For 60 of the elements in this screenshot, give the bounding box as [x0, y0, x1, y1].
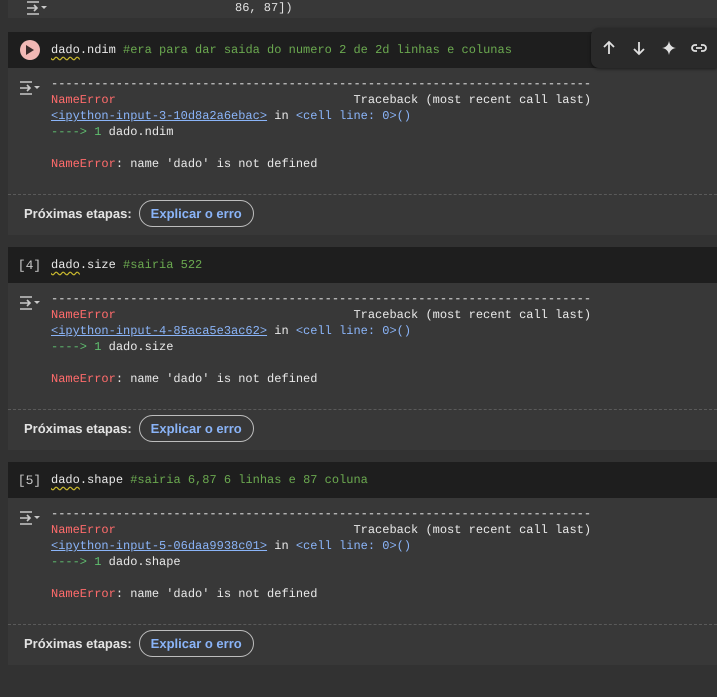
- arrow-up-icon[interactable]: [601, 40, 617, 56]
- code-comment: #sairia 6,87 6 linhas e 87 coluna: [130, 473, 368, 487]
- code-comment: #sairia 522: [123, 258, 202, 272]
- source-link[interactable]: <ipython-input-5-06daa9938c01>: [51, 539, 268, 553]
- error-name: NameError: [51, 307, 116, 323]
- next-steps-label: Próximas etapas:: [24, 421, 132, 436]
- error-message: : name 'dado' is not defined: [116, 587, 318, 601]
- traceback-separator: ---------------------------------------------------------------------------: [51, 291, 592, 307]
- next-steps-label: Próximas etapas:: [24, 206, 132, 221]
- final-error-name: NameError: [51, 372, 116, 386]
- output-text: 86, 87]): [234, 0, 293, 16]
- output-toggle-icon[interactable]: [18, 80, 40, 96]
- traceback-header: Traceback (most recent call last): [353, 92, 592, 108]
- in-text: in: [274, 324, 289, 338]
- final-error-name: NameError: [51, 587, 116, 601]
- code-comment: #era para dar saida do numero 2 de 2d linhas e colunas: [123, 43, 512, 57]
- in-text: in: [274, 109, 289, 123]
- source-code: dado.ndim: [108, 125, 174, 139]
- explain-error-button[interactable]: Explicar o erro: [138, 630, 254, 657]
- error-name: NameError: [51, 92, 116, 108]
- traceback-header: Traceback (most recent call last): [353, 522, 592, 538]
- next-steps-label: Próximas etapas:: [24, 636, 132, 651]
- cell-location: <cell line: 0>(): [296, 539, 412, 553]
- code-attribute: .size: [80, 258, 116, 272]
- execution-count: [5]: [18, 472, 42, 488]
- traceback-separator: ---------------------------------------------------------------------------: [51, 506, 592, 522]
- final-error-name: NameError: [51, 157, 116, 171]
- line-number: 1: [94, 125, 102, 139]
- line-number: 1: [94, 555, 102, 569]
- line-number: 1: [94, 340, 102, 354]
- execution-count: [4]: [18, 258, 42, 272]
- output-toggle-icon[interactable]: [26, 0, 48, 16]
- source-link[interactable]: <ipython-input-3-10d8a2a6ebac>: [51, 109, 268, 123]
- source-code: dado.size: [108, 340, 174, 354]
- error-name: NameError: [51, 522, 116, 538]
- error-message: : name 'dado' is not defined: [116, 372, 318, 386]
- source-link[interactable]: <ipython-input-4-85aca5e3ac62>: [51, 324, 268, 338]
- explain-error-button[interactable]: Explicar o erro: [138, 415, 254, 442]
- run-button[interactable]: [20, 40, 40, 60]
- traceback-separator: ---------------------------------------------------------------------------: [51, 76, 592, 92]
- explain-error-button[interactable]: Explicar o erro: [138, 200, 254, 227]
- code-variable: dado: [51, 473, 80, 487]
- code-variable: dado: [51, 43, 80, 57]
- code-variable: dado: [51, 258, 80, 272]
- code-attribute: .ndim: [80, 43, 116, 57]
- output-toggle-icon[interactable]: [18, 295, 40, 311]
- cell-location: <cell line: 0>(): [296, 109, 412, 123]
- play-icon: [26, 45, 34, 55]
- traceback-header: Traceback (most recent call last): [353, 307, 592, 323]
- arrow-down-icon[interactable]: [631, 40, 647, 56]
- code-attribute: .shape: [80, 473, 124, 487]
- output-toggle-icon[interactable]: [18, 510, 40, 526]
- error-message: : name 'dado' is not defined: [116, 157, 318, 171]
- cell-location: <cell line: 0>(): [296, 324, 412, 338]
- in-text: in: [274, 539, 289, 553]
- line-arrow: ---->: [51, 555, 88, 569]
- line-arrow: ---->: [51, 125, 88, 139]
- line-arrow: ---->: [51, 340, 88, 354]
- sparkle-icon[interactable]: [661, 40, 677, 56]
- source-code: dado.shape: [108, 555, 181, 569]
